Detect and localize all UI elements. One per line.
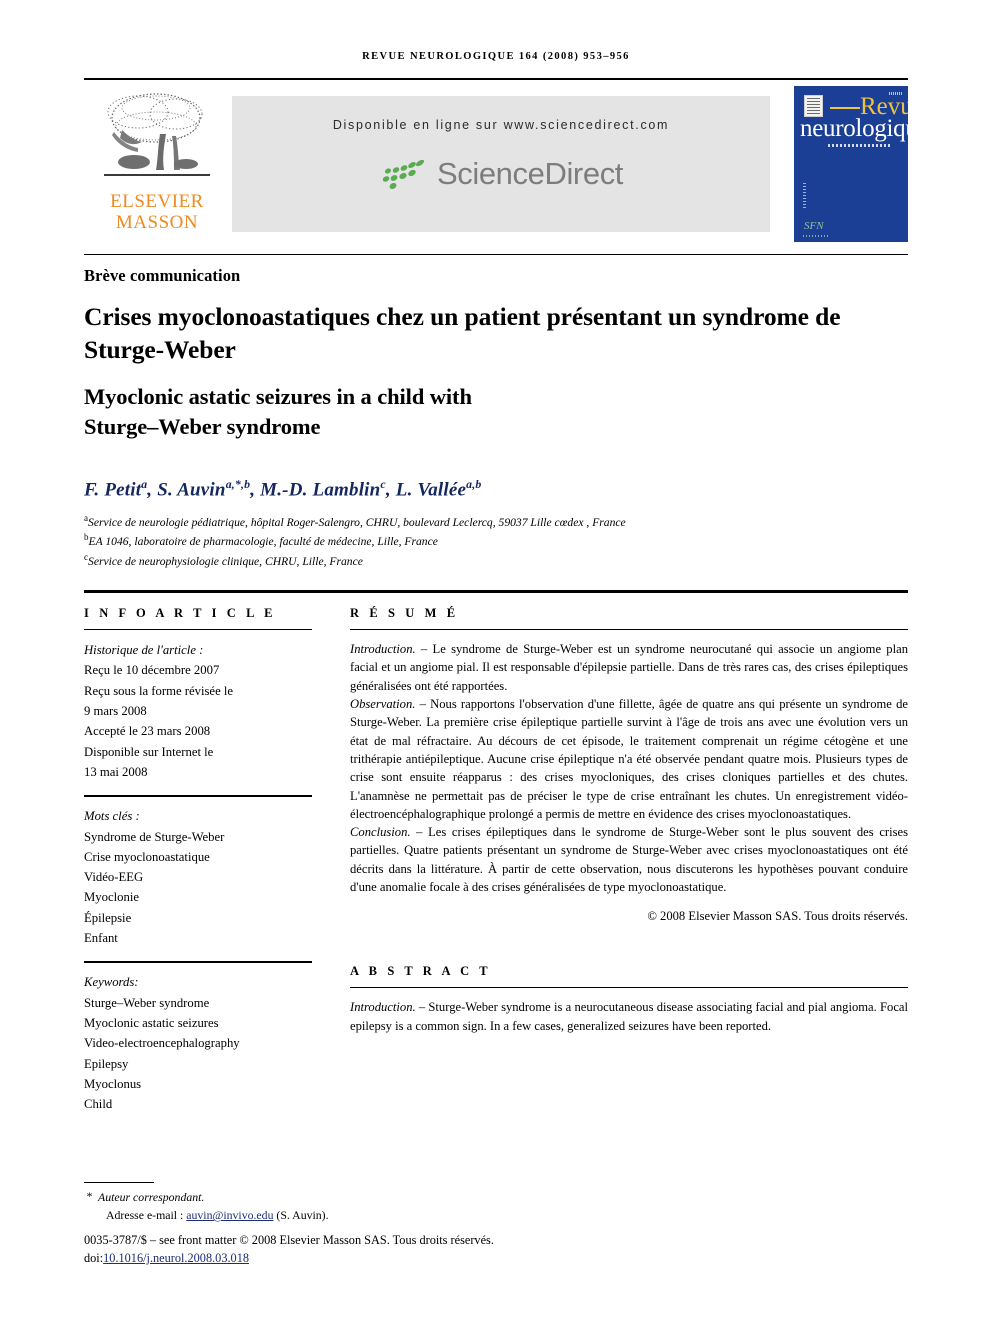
cover-society-rule [803, 235, 829, 237]
keywords-block: Keywords: Sturge–Weber syndrome Myoclonic… [84, 972, 312, 1114]
paragraph-run-in: Observation. [350, 696, 416, 711]
abstract-paragraph: Introduction. – Le syndrome de Sturge-We… [350, 642, 908, 693]
info-article-rule [84, 629, 312, 630]
journal-cover-image: Revue neurologique SFN [794, 86, 908, 242]
title-en-line2: Sturge–Weber syndrome [84, 413, 321, 439]
elsevier-masson-logo: ELSEVIER MASSON [90, 88, 224, 240]
motscle-item: Myoclonie [84, 890, 139, 905]
keyword-item: Myoclonus [84, 1076, 142, 1091]
elsevier-tree-icon [98, 88, 216, 192]
keywords-list: Sturge–Weber syndrome Myoclonic astatic s… [84, 993, 312, 1115]
affiliation-item: aService de neurologie pédiatrique, hôpi… [84, 513, 626, 529]
author-list: F. Petita, S. Auvina,*,b, M.-D. Lamblinc… [84, 478, 482, 501]
keywords-rule-en [84, 961, 312, 964]
footnote-rule [84, 1182, 154, 1183]
elsevier-word-line1: ELSEVIER [110, 191, 204, 212]
sciencedirect-swoosh-icon [379, 157, 431, 191]
article-history-item: Disponible sur Internet le [84, 744, 214, 759]
page-title-english: Myoclonic astatic seizures in a child wi… [84, 382, 884, 442]
abstract-spacer [350, 924, 908, 964]
paragraph-run-in: Introduction. [350, 642, 416, 656]
affiliation-item: cService de neurophysiologie clinique, C… [84, 551, 363, 568]
keywords-label: Keywords: [84, 975, 139, 990]
email-label: Adresse e-mail : [106, 1208, 187, 1223]
motscle-item: Épilepsie [84, 910, 132, 925]
abstract-top-rule [84, 590, 908, 593]
cover-dash [830, 107, 860, 109]
elsevier-word-line2: MASSON [115, 211, 199, 233]
abstract-body: Introduction. – Sturge-Weber syndrome is… [350, 998, 908, 1035]
article-history-item: Accepté le 23 mars 2008 [84, 724, 211, 739]
abstracts-column: R É S U M É Introduction. – Le syndrome … [350, 606, 908, 1035]
abstract-heading: A B S T R A C T [350, 964, 492, 979]
email-owner: (S. Auvin). [273, 1208, 329, 1223]
cover-publisher-mark-icon [804, 95, 823, 117]
corresponding-author-note: * Auteur correspondant. Adresse e-mail :… [84, 1188, 644, 1225]
keywords-rule-fr [84, 795, 312, 798]
front-matter-block: 0035-3787/$ – see front matter © 2008 El… [84, 1232, 684, 1268]
masthead-bottom-rule [84, 254, 908, 255]
article-history: Historique de l'article : Reçu le 10 déc… [84, 640, 312, 782]
affiliation-item: bEA 1046, laboratoire de pharmacologie, … [84, 532, 438, 549]
elsevier-masson-wordmark: ELSEVIER MASSON [110, 191, 204, 233]
keyword-item: Video-electroencephalography [84, 1036, 240, 1051]
article-history-item: 9 mars 2008 [84, 703, 147, 718]
resume-rule [350, 629, 908, 630]
article-history-item: 13 mai 2008 [84, 764, 148, 779]
doi-link[interactable]: 10.1016/j.neurol.2008.03.018 [103, 1251, 249, 1265]
article-history-item: Reçu sous la forme révisée le [84, 683, 234, 698]
motscle-item: Syndrome de Sturge-Weber [84, 829, 225, 844]
cover-society-emblem: SFN [804, 220, 824, 232]
article-history-label: Historique de l'article : [84, 643, 204, 657]
motscles-list: Syndrome de Sturge-Weber Crise myoclonoas… [84, 827, 312, 949]
cover-subtitle-rule [828, 144, 892, 147]
email-link[interactable]: auvin@invivo.edu [186, 1208, 273, 1222]
info-article-column: I N F O A R T I C L E Historique de l'ar… [84, 606, 312, 1115]
article-first-page: REVUE NEUROLOGIQUE 164 (2008) 953–956 EL… [0, 0, 992, 1323]
article-type: Brève communication [84, 266, 241, 285]
abstract-paragraph: Introduction. – Sturge-Weber syndrome is… [350, 1000, 908, 1033]
page-title-french: Crises myoclonoastatiques chez un patien… [84, 302, 841, 365]
keyword-item: Child [84, 1097, 113, 1112]
availability-text: Disponible en ligne sur www.sciencedirec… [332, 118, 670, 132]
info-article-heading: I N F O A R T I C L E [84, 606, 277, 620]
sciencedirect-wordmark: ScienceDirect [436, 156, 624, 191]
masthead: ELSEVIER MASSON Disponible en ligne sur … [84, 86, 908, 242]
front-matter-line: 0035-3787/$ – see front matter © 2008 El… [84, 1233, 494, 1247]
article-history-lines: Reçu le 10 décembre 2007 Reçu sous la for… [84, 660, 312, 782]
doi-label: doi: [84, 1250, 104, 1265]
title-en-line1: Myoclonic astatic seizures in a child wi… [84, 384, 472, 409]
corresponding-author-label: Auteur correspondant. [98, 1190, 205, 1204]
paragraph-run-in: Introduction. [350, 1000, 416, 1015]
doi-line: doi:10.1016/j.neurol.2008.03.018 [84, 1250, 684, 1268]
paragraph-run-in: Conclusion. [350, 825, 411, 840]
article-history-item: Reçu le 10 décembre 2007 [84, 663, 220, 678]
motscle-item: Vidéo-EEG [84, 870, 144, 885]
affiliation-list: aService de neurologie pédiatrique, hôpi… [84, 512, 904, 570]
sciencedirect-band: Disponible en ligne sur www.sciencedirec… [232, 96, 770, 232]
keyword-item: Sturge–Weber syndrome [84, 995, 210, 1010]
cover-spine-text [803, 182, 806, 208]
abstract-paragraph: Observation. – Nous rapportons l'observa… [350, 696, 908, 821]
abstract-rule [350, 987, 908, 989]
resume-copyright: © 2008 Elsevier Masson SAS. Tous droits … [647, 909, 908, 924]
cover-title-line2: neurologique [800, 115, 908, 142]
header-rule [84, 78, 908, 80]
keyword-item: Epilepsy [84, 1056, 129, 1071]
keyword-item: Myoclonic astatic seizures [84, 1016, 219, 1030]
abstract-paragraph: Conclusion. – Les crises épileptiques da… [350, 825, 908, 895]
running-head-text: REVUE NEUROLOGIQUE 164 (2008) 953–956 [362, 51, 630, 62]
corresponding-author-line: * Auteur correspondant. [84, 1188, 644, 1206]
motscle-item: Enfant [84, 931, 118, 946]
sciencedirect-logo: ScienceDirect [232, 156, 770, 192]
resume-heading: R É S U M É [350, 606, 459, 620]
motscle-item: Crise myoclonoastatique [84, 849, 210, 864]
resume-body: Introduction. – Le syndrome de Sturge-We… [350, 640, 908, 896]
corresponding-author-marker: * [86, 1189, 92, 1203]
email-line: Adresse e-mail : auvin@invivo.edu (S. Au… [84, 1206, 644, 1224]
motscles-label: Mots clés : [84, 809, 140, 824]
running-head: REVUE NEUROLOGIQUE 164 (2008) 953–956 [84, 50, 908, 62]
motscles-block: Mots clés : Syndrome de Sturge-Weber Cris… [84, 806, 312, 948]
